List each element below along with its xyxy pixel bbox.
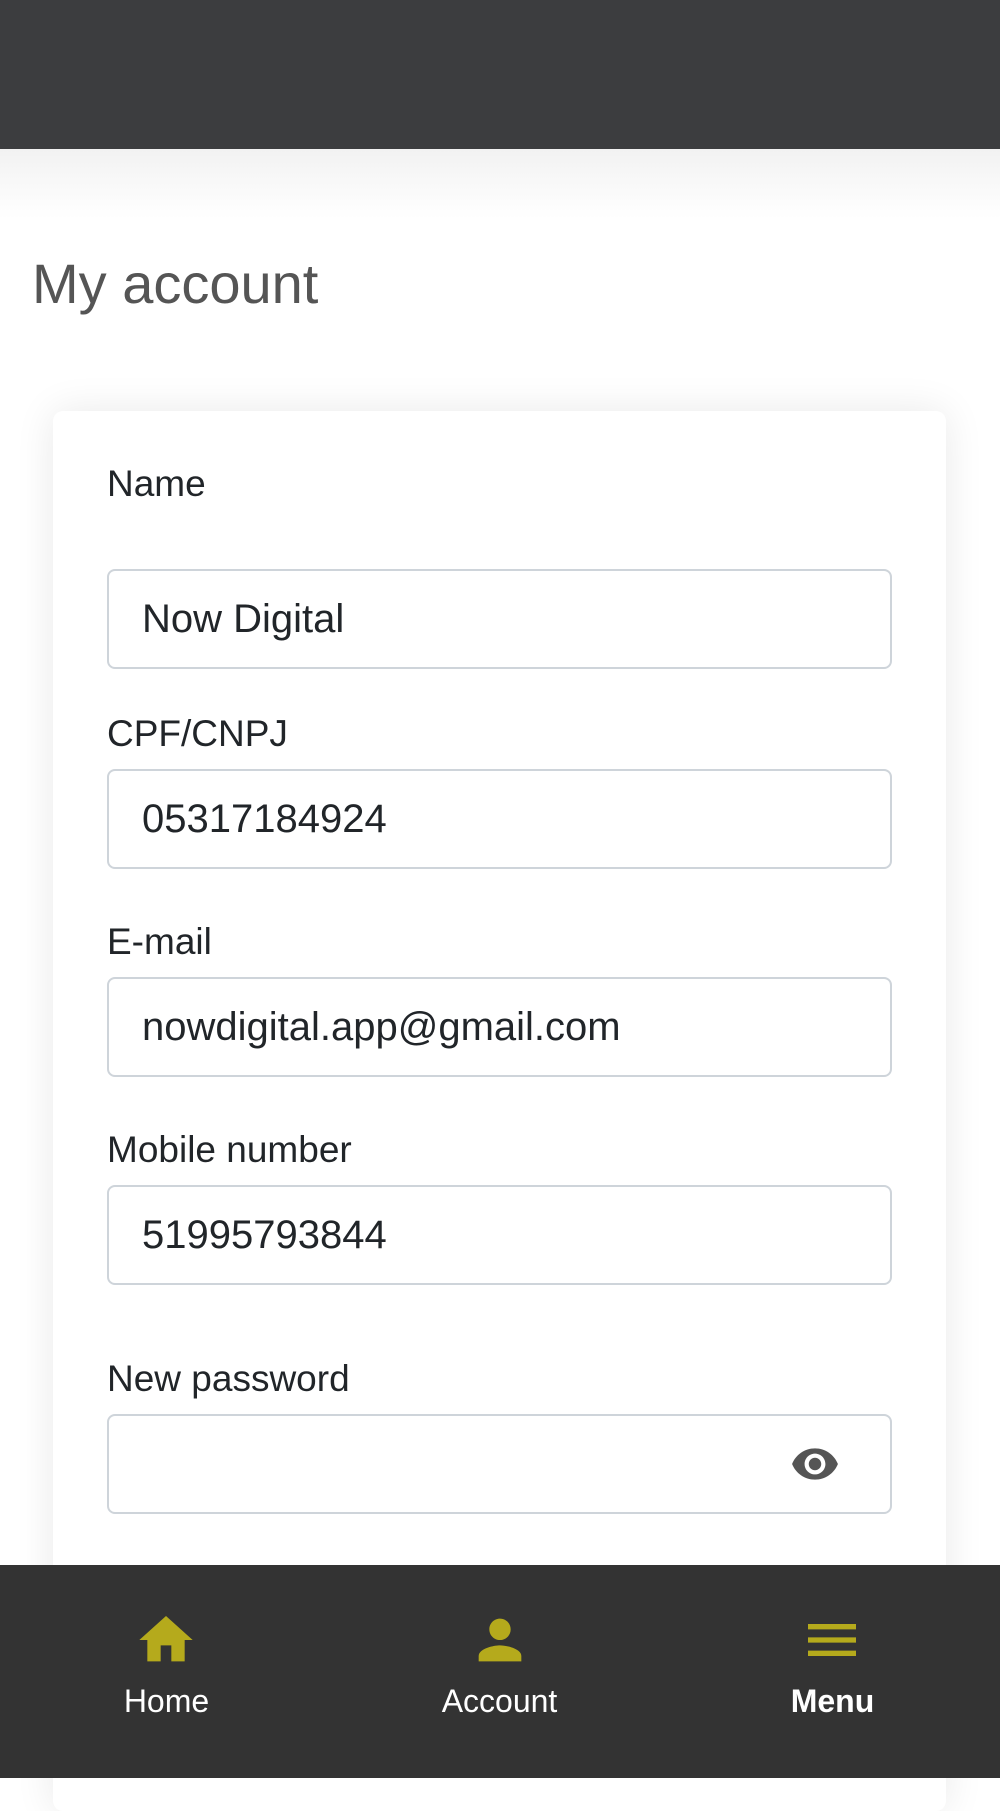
mobile-label: Mobile number: [107, 1129, 352, 1170]
nav-item-menu[interactable]: Menu: [666, 1565, 999, 1778]
password-field-group: New password: [107, 1357, 892, 1514]
document-input[interactable]: [107, 769, 892, 869]
document-field-group: CPF/CNPJ: [107, 712, 892, 869]
name-label: Name: [107, 463, 206, 504]
password-label: New password: [107, 1358, 350, 1399]
nav-item-account[interactable]: Account: [333, 1565, 666, 1778]
eye-icon[interactable]: [790, 1439, 840, 1489]
name-field-group: Name: [107, 462, 892, 669]
nav-label-home: Home: [123, 1683, 210, 1719]
mobile-input[interactable]: [107, 1185, 892, 1285]
nav-label-menu: Menu: [790, 1683, 875, 1719]
document-label: CPF/CNPJ: [107, 713, 288, 754]
nav-item-home[interactable]: Home: [0, 1565, 333, 1778]
home-icon: [139, 1616, 193, 1662]
name-input[interactable]: [107, 569, 892, 669]
top-app-bar: [0, 0, 1000, 149]
header-shadow: [0, 149, 1000, 219]
email-field-group: E-mail: [107, 920, 892, 1077]
mobile-field-group: Mobile number: [107, 1128, 892, 1285]
email-input[interactable]: [107, 977, 892, 1077]
nav-label-account: Account: [441, 1683, 558, 1719]
page-title: My account: [32, 252, 319, 315]
email-label: E-mail: [107, 921, 212, 962]
hamburger-menu-icon: [808, 1624, 856, 1656]
user-icon: [478, 1618, 522, 1662]
bottom-navigation: Home Account Menu: [0, 1565, 1000, 1778]
new-password-input[interactable]: [107, 1414, 892, 1514]
